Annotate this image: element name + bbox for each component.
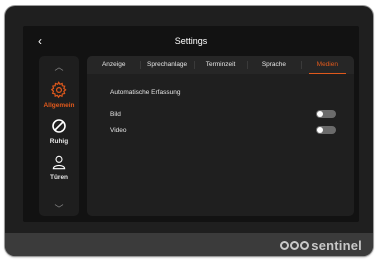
toggle-knob	[317, 127, 323, 133]
sidebar-item-label: Türen	[49, 174, 69, 181]
do-not-disturb-icon	[51, 117, 67, 135]
header: ‹ Settings	[23, 26, 359, 56]
tab-bar: Anzeige Sprechanlage Terminzeit Sprache …	[87, 56, 354, 74]
tab-sprache[interactable]: Sprache	[247, 56, 300, 74]
tab-medien[interactable]: Medien	[300, 56, 354, 74]
sidebar: ︿ Allgemein Ruhig Türen ﹀	[39, 56, 79, 216]
setting-row-video: Video	[110, 124, 336, 136]
section-title: Automatische Erfassung	[110, 89, 181, 96]
sidebar-item-tueren[interactable]: Türen	[50, 153, 68, 181]
brand-logo: sentinel	[280, 238, 362, 253]
setting-label: Bild	[110, 110, 121, 118]
bild-toggle[interactable]	[316, 110, 336, 118]
sidebar-item-ruhig[interactable]: Ruhig	[50, 117, 68, 145]
tab-anzeige[interactable]: Anzeige	[87, 56, 140, 74]
settings-panel: Anzeige Sprechanlage Terminzeit Sprache …	[87, 56, 354, 216]
sidebar-item-label: Allgemein	[43, 102, 75, 109]
page-title: Settings	[174, 36, 208, 46]
setting-row-bild: Bild	[110, 108, 336, 120]
sidebar-item-allgemein[interactable]: Allgemein	[43, 81, 75, 109]
brand-name: sentinel	[311, 238, 362, 253]
tab-terminzeit[interactable]: Terminzeit	[193, 56, 247, 74]
tab-sprechanlage[interactable]: Sprechanlage	[140, 56, 193, 74]
brand-mark-icon	[280, 241, 310, 250]
scroll-up-icon[interactable]: ︿	[54, 60, 63, 73]
video-toggle[interactable]	[316, 126, 336, 134]
back-button[interactable]: ‹	[38, 34, 42, 48]
person-icon	[51, 153, 67, 171]
sidebar-item-label: Ruhig	[49, 138, 69, 145]
toggle-knob	[317, 111, 323, 117]
gear-icon	[50, 81, 68, 99]
setting-label: Video	[110, 126, 127, 134]
scroll-down-icon[interactable]: ﹀	[54, 202, 63, 215]
